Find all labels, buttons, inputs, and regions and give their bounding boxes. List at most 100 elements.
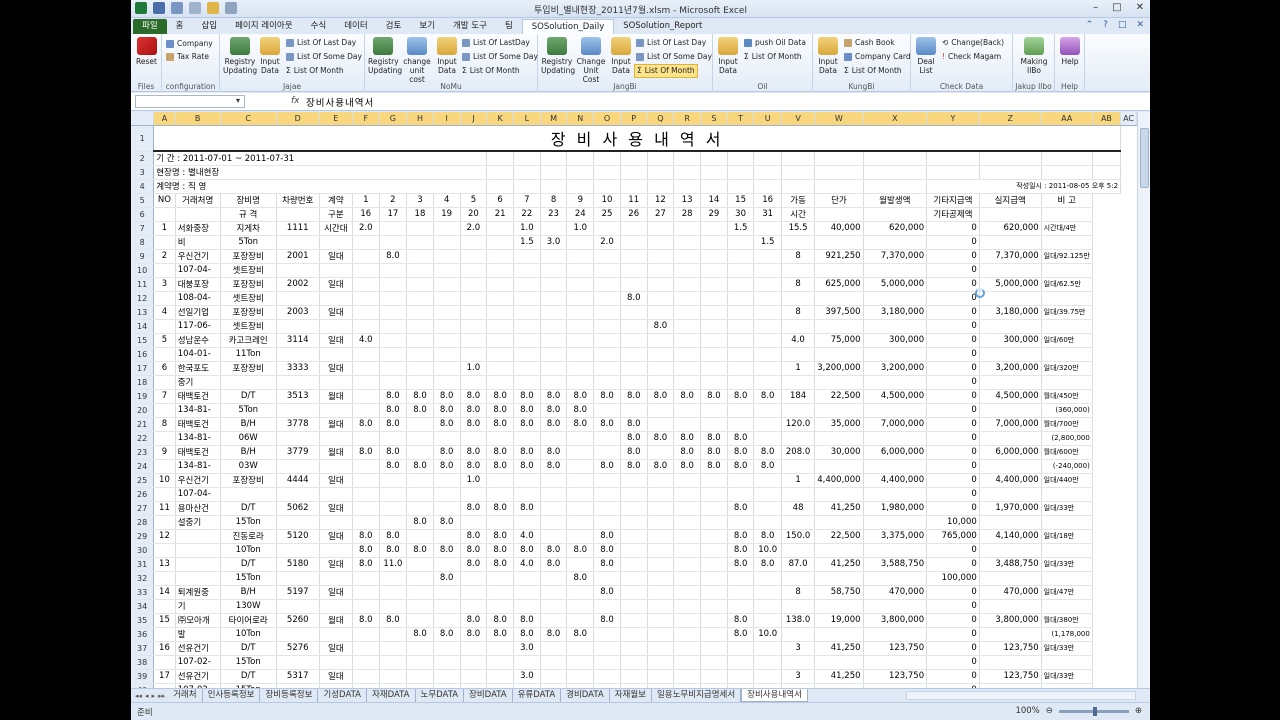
cell[interactable] (1041, 151, 1093, 166)
cell[interactable]: 일대 (319, 472, 353, 488)
cell[interactable]: 0 (926, 472, 980, 488)
day-cell[interactable] (753, 640, 782, 656)
cell[interactable] (979, 655, 1042, 670)
cell[interactable] (513, 179, 541, 194)
day-cell[interactable] (647, 655, 675, 670)
day-cell[interactable]: 8.0 (433, 403, 461, 418)
row-header[interactable]: 15 (131, 333, 155, 348)
day-cell[interactable] (379, 640, 408, 656)
day-header[interactable]: 21 (486, 207, 514, 222)
printed-date[interactable]: 작성일시 : 2011-08-05 오후 5:2 (926, 179, 1122, 194)
day-cell[interactable] (406, 332, 434, 348)
column-header[interactable]: Q (647, 112, 675, 126)
day-cell[interactable] (647, 220, 675, 236)
cell[interactable] (220, 487, 277, 502)
cell[interactable]: 625,000 (814, 276, 864, 292)
row-header[interactable]: 11 (131, 277, 155, 292)
day-cell[interactable] (566, 584, 595, 600)
next-sheet-icon[interactable]: ▸ (152, 692, 156, 700)
cell[interactable]: D/T (220, 556, 277, 572)
cell[interactable]: 208.0 (781, 444, 816, 460)
day-cell[interactable] (700, 248, 728, 264)
day-cell[interactable]: 8.0 (460, 543, 488, 558)
column-header[interactable]: C (220, 112, 277, 126)
cell[interactable]: 용마산건 (175, 500, 221, 516)
day-cell[interactable] (406, 304, 434, 320)
formula-input[interactable]: 장비사용내역서 (306, 95, 374, 109)
making-ilbo-button[interactable]: Making IlBo (1016, 37, 1052, 75)
day-cell[interactable]: 8.0 (727, 431, 755, 446)
day-cell[interactable] (486, 304, 514, 320)
cell[interactable]: 3,375,000 (863, 528, 928, 544)
row-header[interactable]: 35 (131, 613, 155, 628)
jajae-list-some-day[interactable]: List Of Some Day (286, 51, 362, 63)
tab-11[interactable]: SOSolution_Report (614, 19, 711, 34)
cell[interactable]: 12 (153, 528, 176, 544)
cell[interactable]: 4,400,000 (979, 472, 1042, 488)
column-header[interactable]: E (319, 112, 353, 126)
day-cell[interactable]: 8.0 (593, 612, 621, 628)
day-cell[interactable] (673, 584, 702, 600)
day-cell[interactable] (540, 263, 568, 278)
sheet-tab[interactable]: 경비DATA (561, 689, 610, 702)
cell[interactable] (513, 165, 541, 180)
day-cell[interactable] (673, 220, 702, 236)
day-cell[interactable] (620, 571, 648, 586)
cell[interactable]: 일대 (319, 500, 353, 516)
cell[interactable]: 일대/62.5만 (1041, 276, 1093, 292)
day-cell[interactable] (753, 500, 782, 516)
day-cell[interactable] (513, 360, 541, 376)
cell[interactable] (979, 599, 1042, 614)
day-cell[interactable] (593, 375, 621, 390)
row-header[interactable]: 31 (131, 557, 155, 572)
cell[interactable]: 일대 (319, 528, 353, 544)
cell[interactable] (863, 403, 928, 418)
cell[interactable]: 470,000 (979, 584, 1042, 600)
day-cell[interactable] (673, 599, 702, 614)
day-cell[interactable] (406, 640, 434, 656)
day-cell[interactable] (593, 487, 621, 502)
cell[interactable] (647, 165, 675, 180)
day-cell[interactable] (673, 291, 702, 306)
day-cell[interactable] (673, 528, 702, 544)
day-cell[interactable] (620, 599, 648, 614)
cell[interactable] (781, 571, 816, 586)
day-cell[interactable] (406, 612, 434, 628)
cell[interactable]: 0 (926, 347, 980, 362)
day-cell[interactable]: 2.0 (593, 235, 621, 250)
cell[interactable] (979, 207, 1042, 222)
day-cell[interactable] (433, 360, 461, 376)
day-cell[interactable] (352, 627, 380, 642)
cell[interactable]: D/T (220, 500, 277, 516)
cell[interactable]: 일대 (319, 556, 353, 572)
day-cell[interactable] (406, 668, 434, 684)
cell[interactable]: 10,000 (926, 515, 980, 530)
day-cell[interactable] (620, 612, 648, 628)
cell[interactable]: 월대 (319, 444, 353, 460)
day-cell[interactable] (460, 515, 488, 530)
cell[interactable]: 일대/92.125만 (1041, 248, 1093, 264)
day-cell[interactable] (460, 291, 488, 306)
day-cell[interactable] (593, 403, 621, 418)
day-cell[interactable]: 8.0 (460, 500, 488, 516)
day-cell[interactable] (379, 360, 408, 376)
day-cell[interactable] (593, 599, 621, 614)
day-cell[interactable]: 8.0 (727, 500, 755, 516)
day-cell[interactable]: 8.0 (433, 388, 461, 404)
cell[interactable]: 월대/380만 (1041, 612, 1093, 628)
day-cell[interactable] (406, 220, 434, 236)
day-cell[interactable]: 8.0 (433, 416, 461, 432)
day-cell[interactable]: 8.0 (620, 431, 648, 446)
cell[interactable]: 4,500,000 (863, 388, 928, 404)
day-header[interactable]: 23 (540, 207, 568, 222)
row-header[interactable]: 28 (131, 515, 155, 530)
day-cell[interactable]: 8.0 (727, 543, 755, 558)
day-cell[interactable] (673, 347, 702, 362)
day-cell[interactable] (620, 556, 648, 572)
day-cell[interactable]: 8.0 (620, 444, 648, 460)
day-cell[interactable] (460, 263, 488, 278)
cell[interactable] (319, 627, 353, 642)
cell[interactable]: 월대/700만 (1041, 416, 1093, 432)
day-cell[interactable] (647, 235, 675, 250)
day-cell[interactable] (513, 584, 541, 600)
